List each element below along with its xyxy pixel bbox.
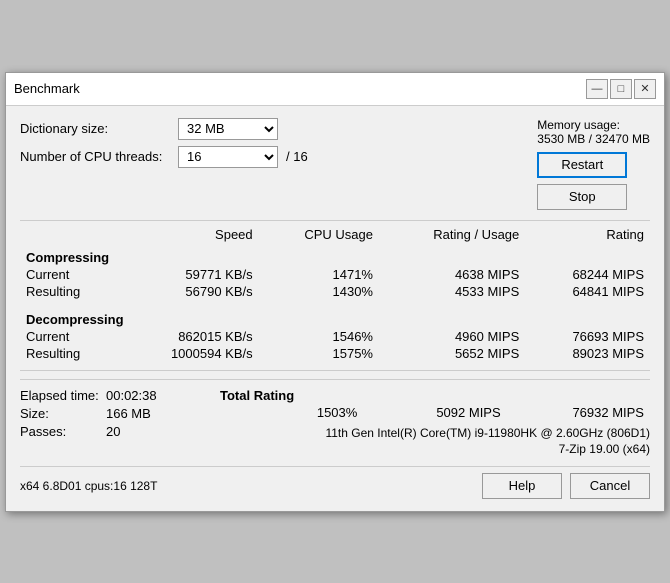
top-row: Dictionary size: 32 MB Number of CPU thr… (20, 118, 650, 210)
comp-resulting-speed: 56790 KB/s (119, 283, 259, 300)
threads-row: Number of CPU threads: 16 / 16 (20, 146, 308, 168)
bench-table: Speed CPU Usage Rating / Usage Rating Co… (20, 225, 650, 362)
table-row: Current 59771 KB/s 1471% 4638 MIPS 68244… (20, 266, 650, 283)
memory-buttons-section: Memory usage: 3530 MB / 32470 MB Restart… (537, 118, 650, 210)
memory-value: 3530 MB / 32470 MB (537, 132, 650, 146)
help-button[interactable]: Help (482, 473, 562, 499)
elapsed-value: 00:02:38 (106, 388, 157, 403)
version-label: x64 6.8D01 cpus:16 128T (20, 479, 157, 493)
window: Benchmark — □ ✕ Dictionary size: 32 MB N… (5, 72, 665, 512)
total-rating: 76932 MIPS (507, 405, 650, 420)
comp-current-label: Current (20, 266, 119, 283)
title-controls: — □ ✕ (586, 79, 656, 99)
decomp-resulting-label: Resulting (20, 345, 119, 362)
decomp-resulting-speed: 1000594 KB/s (119, 345, 259, 362)
bottom-divider (20, 370, 650, 371)
threads-dropdown[interactable]: 16 (178, 146, 278, 168)
size-value: 166 MB (106, 406, 151, 421)
compressing-label: Compressing (20, 244, 650, 266)
cancel-button[interactable]: Cancel (570, 473, 650, 499)
total-cpu: 1503% (220, 405, 363, 420)
passes-label: Passes: (20, 424, 100, 439)
decomp-resulting-cpu: 1575% (259, 345, 379, 362)
elapsed-label: Elapsed time: (20, 388, 100, 403)
decomp-current-rating: 76693 MIPS (525, 328, 650, 345)
col-label (20, 225, 119, 244)
decomp-current-rating-usage: 4960 MIPS (379, 328, 525, 345)
decomp-current-speed: 862015 KB/s (119, 328, 259, 345)
decomp-current-label: Current (20, 328, 119, 345)
stop-button[interactable]: Stop (537, 184, 627, 210)
col-rating-usage: Rating / Usage (379, 225, 525, 244)
dict-row: Dictionary size: 32 MB (20, 118, 308, 140)
threads-label: Number of CPU threads: (20, 149, 170, 164)
comp-current-cpu: 1471% (259, 266, 379, 283)
main-content: Dictionary size: 32 MB Number of CPU thr… (6, 106, 664, 511)
decomp-current-cpu: 1546% (259, 328, 379, 345)
memory-info: Memory usage: 3530 MB / 32470 MB (537, 118, 650, 146)
minimize-button[interactable]: — (586, 79, 608, 99)
stats-right: Total Rating 1503% 5092 MIPS 76932 MIPS … (220, 388, 650, 456)
table-header-row: Speed CPU Usage Rating / Usage Rating (20, 225, 650, 244)
bottom-section: Elapsed time: 00:02:38 Size: 166 MB Pass… (20, 379, 650, 456)
title-bar: Benchmark — □ ✕ (6, 73, 664, 106)
total-rating-usage: 5092 MIPS (363, 405, 506, 420)
app-info-line2: 7-Zip 19.00 (x64) (220, 442, 650, 456)
restart-button[interactable]: Restart (537, 152, 627, 178)
comp-current-rating-usage: 4638 MIPS (379, 266, 525, 283)
memory-label: Memory usage: (537, 118, 650, 132)
top-divider (20, 220, 650, 221)
decomp-resulting-rating: 89023 MIPS (525, 345, 650, 362)
footer-buttons: Help Cancel (482, 473, 650, 499)
compressing-header: Compressing (20, 244, 650, 266)
col-speed: Speed (119, 225, 259, 244)
comp-resulting-rating-usage: 4533 MIPS (379, 283, 525, 300)
elapsed-row: Elapsed time: 00:02:38 (20, 388, 220, 403)
comp-resulting-cpu: 1430% (259, 283, 379, 300)
form-section: Dictionary size: 32 MB Number of CPU thr… (20, 118, 308, 168)
total-values: 1503% 5092 MIPS 76932 MIPS (220, 405, 650, 420)
decomp-resulting-rating-usage: 5652 MIPS (379, 345, 525, 362)
table-row: Resulting 1000594 KB/s 1575% 5652 MIPS 8… (20, 345, 650, 362)
table-row: Current 862015 KB/s 1546% 4960 MIPS 7669… (20, 328, 650, 345)
comp-current-rating: 68244 MIPS (525, 266, 650, 283)
size-label: Size: (20, 406, 100, 421)
stats-left: Elapsed time: 00:02:38 Size: 166 MB Pass… (20, 388, 220, 456)
comp-resulting-rating: 64841 MIPS (525, 283, 650, 300)
comp-current-speed: 59771 KB/s (119, 266, 259, 283)
dict-dropdown[interactable]: 32 MB (178, 118, 278, 140)
passes-row: Passes: 20 (20, 424, 220, 439)
cpu-info-line1: 11th Gen Intel(R) Core(TM) i9-11980HK @ … (220, 426, 650, 440)
passes-value: 20 (106, 424, 120, 439)
comp-resulting-label: Resulting (20, 283, 119, 300)
size-row: Size: 166 MB (20, 406, 220, 421)
total-rating-label: Total Rating (220, 388, 650, 403)
dict-label: Dictionary size: (20, 121, 170, 136)
table-row: Resulting 56790 KB/s 1430% 4533 MIPS 648… (20, 283, 650, 300)
col-rating: Rating (525, 225, 650, 244)
decompressing-header: Decompressing (20, 306, 650, 328)
maximize-button[interactable]: □ (610, 79, 632, 99)
footer: x64 6.8D01 cpus:16 128T Help Cancel (20, 466, 650, 499)
col-cpu: CPU Usage (259, 225, 379, 244)
close-button[interactable]: ✕ (634, 79, 656, 99)
decompressing-label: Decompressing (20, 306, 650, 328)
total-rating-section: Total Rating 1503% 5092 MIPS 76932 MIPS (220, 388, 650, 420)
window-title: Benchmark (14, 81, 80, 96)
threads-suffix: / 16 (286, 149, 308, 164)
